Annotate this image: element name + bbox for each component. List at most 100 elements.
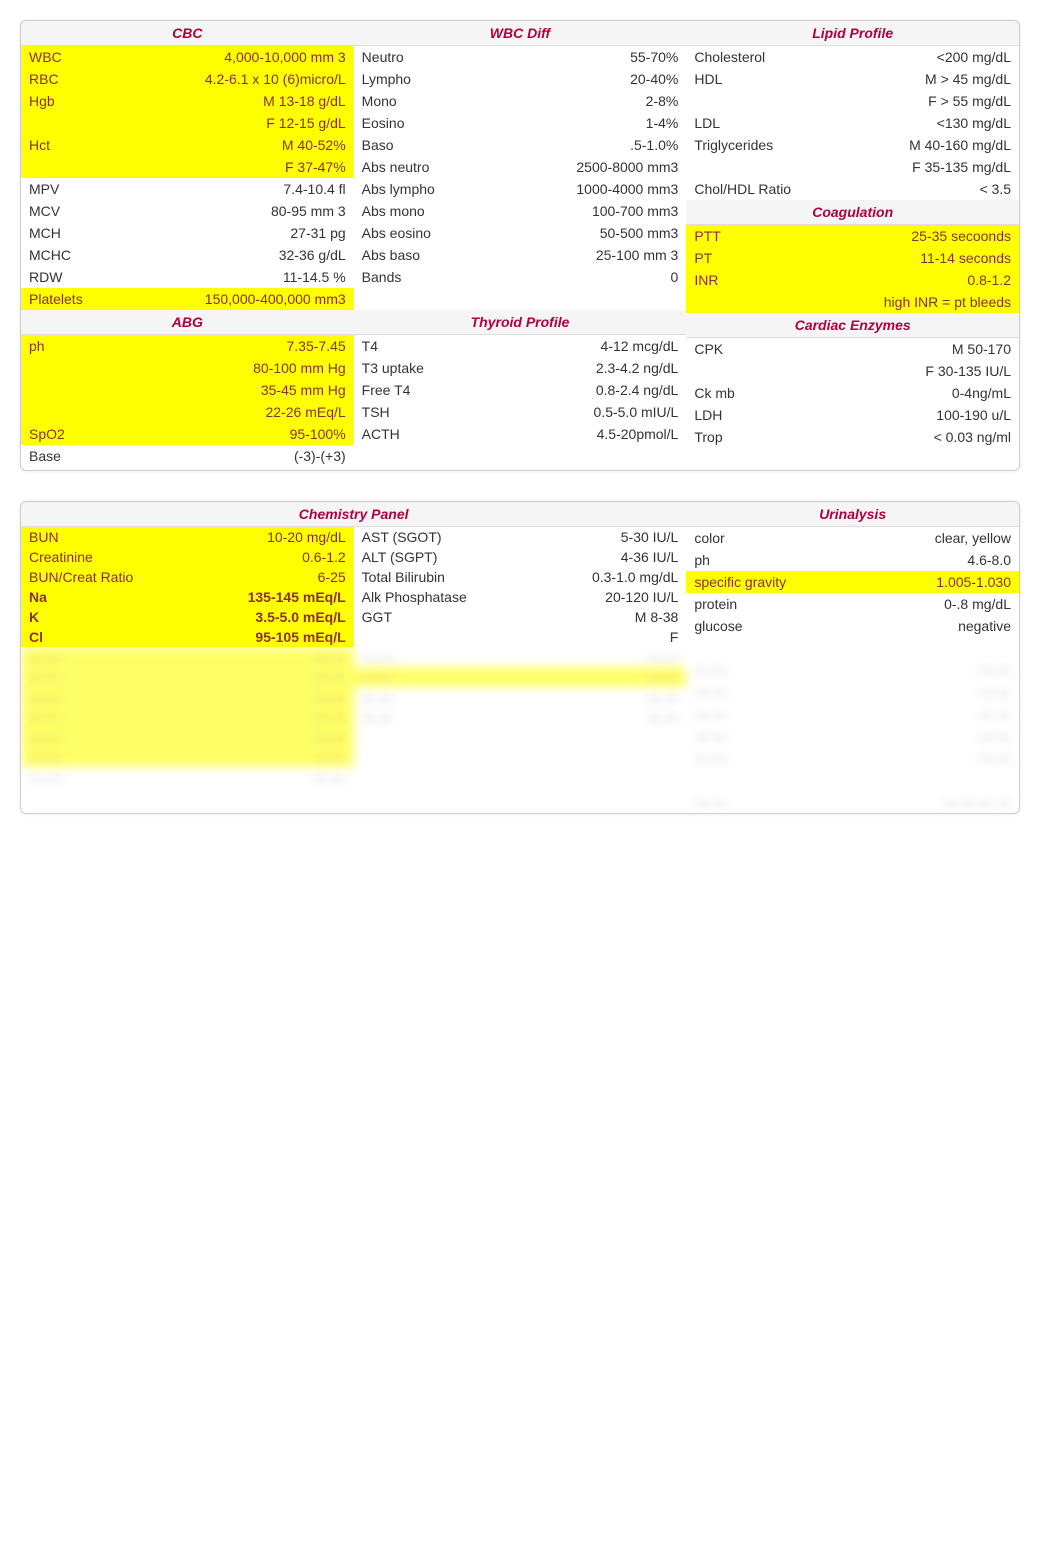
row-value xyxy=(700,450,1011,468)
data-row: ph4.6-8.0 xyxy=(686,549,1019,571)
row-value: F 30-135 IU/L xyxy=(700,362,1011,380)
data-row: LDH100-190 u/L xyxy=(686,404,1019,426)
data-row xyxy=(354,445,687,467)
chem-blurred-area: — —— —— —— — — —— —— —— — — —— —— —— — —… xyxy=(21,647,686,787)
row-value: F 12-15 g/dL xyxy=(35,114,346,132)
row-value: F > 55 mg/dL xyxy=(700,92,1011,110)
header-cardiac: Cardiac Enzymes xyxy=(686,313,1019,338)
row-label: Abs lympho xyxy=(362,180,441,198)
row-label: AST (SGOT) xyxy=(362,529,448,545)
data-row: PTT25-35 secoonds xyxy=(686,225,1019,247)
row-label: PT xyxy=(694,249,718,267)
row-value: 22-26 mEq/L xyxy=(35,403,346,421)
row-value: M 8-38 xyxy=(398,609,678,625)
row-label: CPK xyxy=(694,340,729,358)
data-row: 22-26 mEq/L xyxy=(21,401,354,423)
row-value: 20-120 IU/L xyxy=(473,589,679,605)
col-lipid-coag-cardiac: Lipid Profile Cholesterol<200 mg/dLHDLM … xyxy=(686,21,1019,470)
cbc-rows: WBC4,000-10,000 mm 3RBC4.2-6.1 x 10 (6)m… xyxy=(21,46,354,310)
data-row: MCV80-95 mm 3 xyxy=(21,200,354,222)
row-label: Abs neutro xyxy=(362,158,436,176)
row-label: MCH xyxy=(29,224,67,242)
row-label: Abs eosino xyxy=(362,224,437,242)
header-coag: Coagulation xyxy=(686,200,1019,225)
header-urine: Urinalysis xyxy=(686,502,1019,527)
row-label: Na xyxy=(29,589,53,605)
row-value: 0 xyxy=(407,268,678,286)
data-row: Trop< 0.03 ng/ml xyxy=(686,426,1019,448)
data-row: F 30-135 IU/L xyxy=(686,360,1019,382)
row-label: T3 uptake xyxy=(362,359,430,377)
row-value: .5-1.0% xyxy=(400,136,679,154)
data-row: RBC4.2-6.1 x 10 (6)micro/L xyxy=(21,68,354,90)
row-label: ph xyxy=(694,551,716,569)
row-value: 0.3-1.0 mg/dL xyxy=(451,569,678,585)
row-label: Alk Phosphatase xyxy=(362,589,473,605)
data-row: Ck mb0-4ng/mL xyxy=(686,382,1019,404)
row-label: LDL xyxy=(694,114,726,132)
row-value: 55-70% xyxy=(410,48,679,66)
row-label: INR xyxy=(694,271,724,289)
row-value: 4,000-10,000 mm 3 xyxy=(68,48,346,66)
row-label: GGT xyxy=(362,609,398,625)
data-row: CPKM 50-170 xyxy=(686,338,1019,360)
data-row: TriglyceridesM 40-160 mg/dL xyxy=(686,134,1019,156)
row-value: 0.6-1.2 xyxy=(99,549,346,565)
data-row: Eosino1-4% xyxy=(354,112,687,134)
data-row: 80-100 mm Hg xyxy=(21,357,354,379)
data-row: Cholesterol<200 mg/dL xyxy=(686,46,1019,68)
data-row: high INR = pt bleeds xyxy=(686,291,1019,313)
header-cbc: CBC xyxy=(21,21,354,46)
row-value: 25-100 mm 3 xyxy=(426,246,678,264)
header-abg: ABG xyxy=(21,310,354,335)
lipid-rows: Cholesterol<200 mg/dLHDLM > 45 mg/dLF > … xyxy=(686,46,1019,200)
row-value: 20-40% xyxy=(417,70,678,88)
row-value: < 3.5 xyxy=(797,180,1011,198)
col-urinalysis: Urinalysis colorclear, yellowph4.6-8.0sp… xyxy=(686,502,1019,813)
thyroid-rows: T44-12 mcg/dLT3 uptake2.3-4.2 ng/dLFree … xyxy=(354,335,687,467)
row-value: 100-190 u/L xyxy=(728,406,1011,424)
data-row: Chol/HDL Ratio< 3.5 xyxy=(686,178,1019,200)
row-value: 50-500 mm3 xyxy=(437,224,678,242)
data-row: Free T40.8-2.4 ng/dL xyxy=(354,379,687,401)
row-label: Platelets xyxy=(29,290,89,308)
row-value xyxy=(700,639,1011,657)
row-value: 2500-8000 mm3 xyxy=(435,158,678,176)
data-row: PT11-14 seconds xyxy=(686,247,1019,269)
row-label: Lympho xyxy=(362,70,417,88)
data-row: F 37-47% xyxy=(21,156,354,178)
col-wbc-thyroid: WBC Diff Neutro55-70%Lympho20-40%Mono2-8… xyxy=(354,21,687,470)
row-label: MPV xyxy=(29,180,65,198)
row-value: 11-14.5 % xyxy=(68,268,345,286)
row-value: 80-100 mm Hg xyxy=(35,359,346,377)
data-row: F 12-15 g/dL xyxy=(21,112,354,134)
row-value: clear, yellow xyxy=(731,529,1011,547)
row-value: 135-145 mEq/L xyxy=(53,589,346,605)
row-value: 80-95 mm 3 xyxy=(66,202,346,220)
chem-rows: BUN10-20 mg/dLAST (SGOT)5-30 IU/LCreatin… xyxy=(21,527,686,647)
row-value: 2.3-4.2 ng/dL xyxy=(430,359,678,377)
row-label: LDH xyxy=(694,406,728,424)
data-row: HgbM 13-18 g/dL xyxy=(21,90,354,112)
data-row: F 35-135 mg/dL xyxy=(686,156,1019,178)
row-value: high INR = pt bleeds xyxy=(700,293,1011,311)
row-value: 32-36 g/dL xyxy=(77,246,346,264)
row-label: specific gravity xyxy=(694,573,792,591)
data-row: Mono2-8% xyxy=(354,90,687,112)
data-row: Base(-3)-(+3) xyxy=(21,445,354,467)
row-value xyxy=(368,447,679,465)
row-label: Abs baso xyxy=(362,246,426,264)
row-value: <200 mg/dL xyxy=(771,48,1011,66)
row-value: 5-30 IU/L xyxy=(448,529,679,545)
row-value: 3.5-5.0 mEq/L xyxy=(45,609,346,625)
row-label: Triglycerides xyxy=(694,136,779,154)
row-value: 27-31 pg xyxy=(67,224,346,242)
row-value: < 0.03 ng/ml xyxy=(729,428,1011,446)
cardiac-rows: CPKM 50-170F 30-135 IU/LCk mb0-4ng/mLLDH… xyxy=(686,338,1019,470)
row-label: BUN xyxy=(29,529,65,545)
row-label: Cl xyxy=(29,629,49,645)
row-value: 1.005-1.030 xyxy=(792,573,1011,591)
row-label: PTT xyxy=(694,227,726,245)
row-label: RDW xyxy=(29,268,68,286)
data-row: F > 55 mg/dL xyxy=(686,90,1019,112)
